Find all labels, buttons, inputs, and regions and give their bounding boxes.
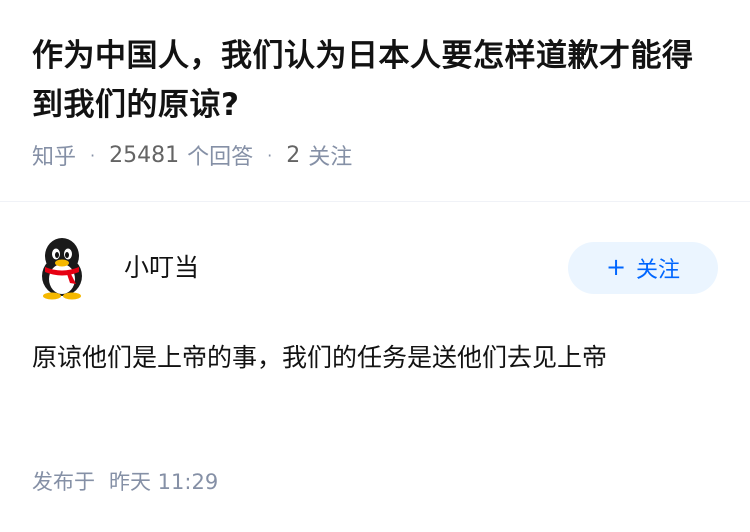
answer-count-label[interactable]: 个回答: [187, 139, 253, 171]
qq-penguin-icon[interactable]: [32, 236, 92, 300]
follow-button-label: 关注: [636, 258, 681, 283]
author-name[interactable]: 小叮当: [124, 248, 568, 284]
published-label: 发布于: [32, 470, 95, 494]
answer-content[interactable]: 原谅他们是上帝的事，我们的任务是送他们去见上帝: [32, 333, 718, 382]
follow-count-label[interactable]: 关注: [308, 139, 352, 171]
question-meta: 知乎 · 25481 个回答 · 2 关注: [32, 139, 722, 171]
answer-timestamp: 发布于 昨天 11:29: [32, 466, 218, 496]
source-label[interactable]: 知乎: [32, 139, 76, 171]
published-time: 昨天 11:29: [109, 470, 219, 494]
answer-count: 25481: [109, 142, 180, 168]
follow-button[interactable]: + 关注: [568, 242, 718, 294]
separator-dot: ·: [90, 145, 96, 165]
follow-count: 2: [286, 142, 301, 168]
question-title[interactable]: 作为中国人，我们认为日本人要怎样道歉才能得到我们的原谅?: [32, 32, 722, 130]
question-header: 作为中国人，我们认为日本人要怎样道歉才能得到我们的原谅? 知乎 · 25481 …: [32, 32, 722, 170]
answer-author-row: 小叮当 + 关注: [32, 236, 718, 300]
divider: [0, 201, 750, 202]
plus-icon: +: [605, 253, 627, 281]
separator-dot: ·: [267, 145, 273, 165]
